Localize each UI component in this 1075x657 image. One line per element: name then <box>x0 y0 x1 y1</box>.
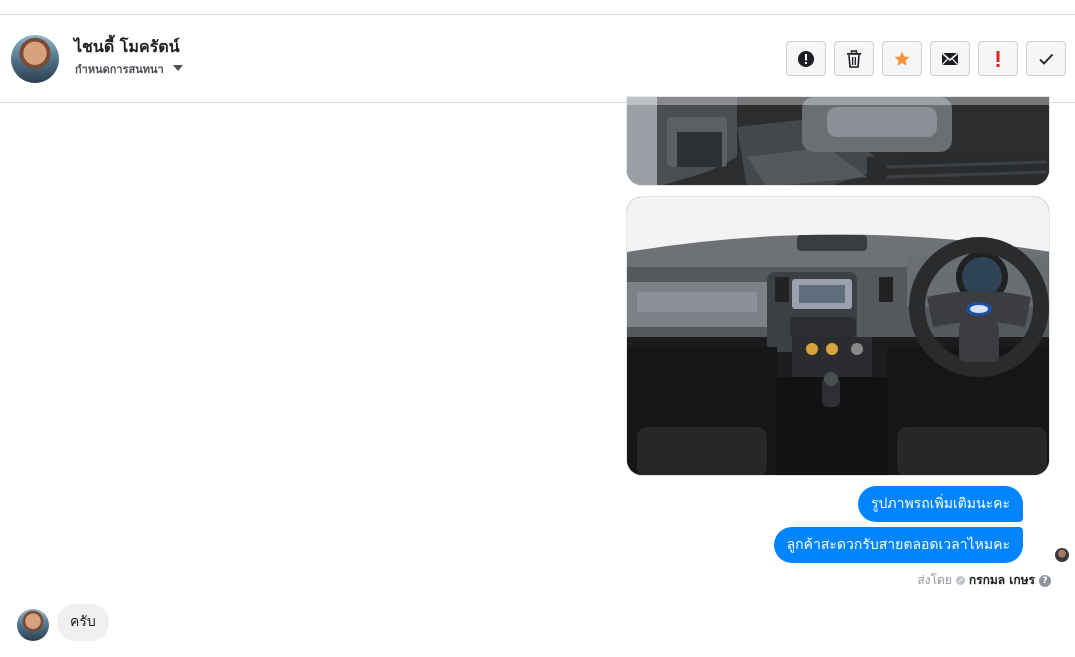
car-floor-image <box>627 97 1049 185</box>
car-floor-photo[interactable] <box>626 96 1050 186</box>
sent-by-label: ส่งโดย <box>917 573 952 587</box>
mark-done-button[interactable] <box>1026 41 1066 76</box>
car-dashboard-photo[interactable] <box>626 196 1050 476</box>
car-dashboard-image <box>627 197 1049 475</box>
help-icon[interactable]: ? <box>1039 574 1051 587</box>
mark-important-button[interactable] <box>978 41 1018 76</box>
incoming-message[interactable]: ครับ <box>57 604 109 641</box>
delete-button[interactable] <box>834 41 874 76</box>
trash-icon <box>847 49 861 68</box>
mark-unread-button[interactable] <box>930 41 970 76</box>
contact-avatar-small[interactable] <box>17 609 49 641</box>
alert-circle-icon <box>798 50 814 67</box>
sent-by-line: ส่งโดย กรกมล เกษร ? <box>917 571 1051 590</box>
checkmark-icon <box>1039 53 1054 65</box>
exclamation-icon <box>996 50 1000 67</box>
check-circle-icon <box>955 576 965 585</box>
contact-name[interactable]: ไชนดี้ โมครัตน์ <box>74 35 180 60</box>
envelope-icon <box>942 52 958 65</box>
contact-avatar[interactable] <box>11 35 59 83</box>
caret-down-icon[interactable] <box>173 65 183 71</box>
outgoing-message[interactable]: รูปภาพรถเพิ่มเติมนะคะ <box>857 486 1023 522</box>
star-icon <box>894 51 910 66</box>
outgoing-message[interactable]: ลูกค้าสะดวกรับสายตลอดเวลาไหมคะ <box>773 527 1023 563</box>
mark-spam-button[interactable] <box>786 41 826 76</box>
sender-name[interactable]: กรกมล เกษร <box>969 571 1035 590</box>
conversation-header: ไชนดี้ โมครัตน์ กำหนดการสนทนา <box>0 15 1075 103</box>
seen-indicator-avatar <box>1055 548 1069 562</box>
conversation-settings-label[interactable]: กำหนดการสนทนา <box>75 60 164 78</box>
star-button[interactable] <box>882 41 922 76</box>
